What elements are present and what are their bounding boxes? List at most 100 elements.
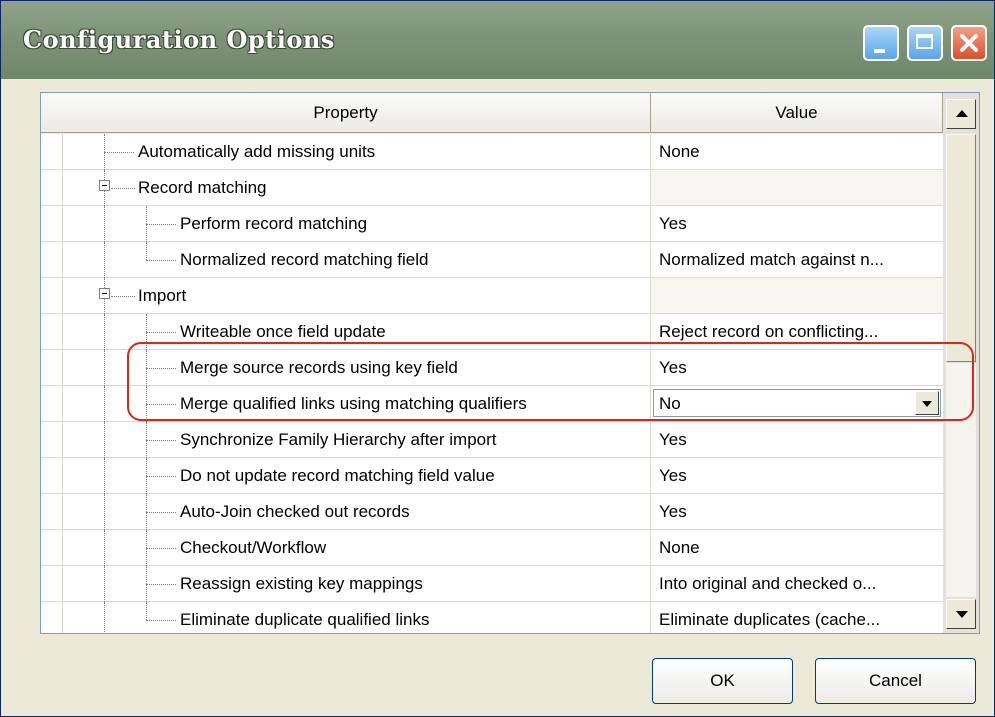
tree-line <box>104 206 105 242</box>
table-row[interactable]: Eliminate duplicate qualified links Elim… <box>41 602 943 633</box>
value-label[interactable]: Yes <box>659 430 687 450</box>
scroll-down-icon[interactable] <box>946 599 976 629</box>
configuration-options-dialog: Configuration Options Property Value Aut… <box>0 0 995 717</box>
row-gutter <box>41 530 63 565</box>
property-label: Checkout/Workflow <box>180 538 327 557</box>
tree-connector <box>146 512 176 513</box>
property-label: Synchronize Family Hierarchy after impor… <box>180 430 497 449</box>
scroll-up-icon[interactable] <box>946 99 976 129</box>
maximize-icon[interactable] <box>907 25 943 61</box>
property-label: Perform record matching <box>180 214 368 233</box>
value-label[interactable]: Into original and checked o... <box>659 574 876 594</box>
row-gutter <box>41 386 63 421</box>
group-value-bg <box>651 170 943 205</box>
collapse-icon[interactable] <box>99 288 110 299</box>
tree-connector <box>104 152 134 153</box>
table-row[interactable]: Perform record matching Yes <box>41 206 943 242</box>
table-row[interactable]: Record matching <box>41 170 943 206</box>
property-cell: Automatically add missing units <box>41 134 651 170</box>
value-label[interactable]: None <box>659 538 700 558</box>
table-row[interactable]: Automatically add missing units None <box>41 134 943 170</box>
table-row[interactable]: Normalized record matching field Normali… <box>41 242 943 278</box>
group-label: Record matching <box>138 178 267 197</box>
column-header-value[interactable]: Value <box>651 93 943 133</box>
tree-line <box>104 350 105 386</box>
property-label: Do not update record matching field valu… <box>180 466 495 485</box>
value-label[interactable]: Yes <box>659 466 687 486</box>
tree-connector <box>146 260 176 261</box>
row-gutter <box>41 314 63 349</box>
property-label: Reassign existing key mappings <box>180 574 423 593</box>
grid-header: Property Value <box>41 93 979 134</box>
group-label: Import <box>138 286 187 305</box>
table-row[interactable]: Import <box>41 278 943 314</box>
title-bar[interactable]: Configuration Options <box>1 1 994 79</box>
property-label: Normalized record matching field <box>180 250 429 269</box>
property-cell: Eliminate duplicate qualified links <box>41 602 651 633</box>
value-label[interactable]: Eliminate duplicates (cache... <box>659 610 880 630</box>
property-label: Auto-Join checked out records <box>180 502 410 521</box>
scrollbar-thumb[interactable] <box>946 134 976 362</box>
tree-connector <box>111 188 135 189</box>
highlight-annotation <box>127 342 974 421</box>
property-cell: Checkout/Workflow <box>41 530 651 566</box>
window-title: Configuration Options <box>23 25 335 54</box>
property-cell: Synchronize Family Hierarchy after impor… <box>41 422 651 458</box>
row-gutter <box>41 206 63 241</box>
row-gutter <box>41 422 63 457</box>
row-gutter <box>41 458 63 493</box>
value-label[interactable]: Yes <box>659 214 687 234</box>
tree-connector <box>146 440 176 441</box>
value-label[interactable]: Normalized match against n... <box>659 250 884 270</box>
close-icon[interactable] <box>951 25 987 61</box>
property-cell: Normalized record matching field <box>41 242 651 278</box>
tree-line <box>104 530 105 566</box>
cancel-button[interactable]: Cancel <box>815 658 976 704</box>
tree-connector <box>146 620 176 621</box>
tree-line <box>104 386 105 422</box>
tree-line <box>104 314 105 350</box>
ok-button[interactable]: OK <box>652 658 793 704</box>
row-gutter <box>41 350 63 385</box>
property-cell: Import <box>41 278 651 314</box>
row-gutter <box>41 170 63 205</box>
tree-connector <box>146 224 176 225</box>
property-cell: Reassign existing key mappings <box>41 566 651 602</box>
property-label: Writeable once field update <box>180 322 386 341</box>
property-cell: Record matching <box>41 170 651 206</box>
value-label[interactable]: Yes <box>659 502 687 522</box>
table-row[interactable]: Reassign existing key mappings Into orig… <box>41 566 943 602</box>
row-gutter <box>41 278 63 313</box>
property-cell: Do not update record matching field valu… <box>41 458 651 494</box>
collapse-icon[interactable] <box>99 180 110 191</box>
value-label[interactable]: Reject record on conflicting... <box>659 322 878 342</box>
row-gutter <box>41 602 63 633</box>
table-row[interactable]: Auto-Join checked out records Yes <box>41 494 943 530</box>
group-value-bg <box>651 278 943 313</box>
tree-line <box>104 566 105 602</box>
tree-line <box>146 602 147 620</box>
column-header-property[interactable]: Property <box>41 93 651 133</box>
tree-connector <box>146 332 176 333</box>
tree-connector <box>146 476 176 477</box>
table-row[interactable]: Checkout/Workflow None <box>41 530 943 566</box>
minimize-icon[interactable] <box>863 25 899 61</box>
tree-connector <box>111 296 135 297</box>
tree-connector <box>146 584 176 585</box>
row-gutter <box>41 566 63 601</box>
value-label[interactable]: None <box>659 142 700 162</box>
row-gutter <box>41 494 63 529</box>
row-gutter <box>41 242 63 277</box>
tree-line <box>104 422 105 458</box>
table-row[interactable]: Do not update record matching field valu… <box>41 458 943 494</box>
property-cell: Auto-Join checked out records <box>41 494 651 530</box>
property-label: Eliminate duplicate qualified links <box>180 610 430 629</box>
tree-line <box>146 242 147 260</box>
table-row[interactable]: Synchronize Family Hierarchy after impor… <box>41 422 943 458</box>
property-cell: Perform record matching <box>41 206 651 242</box>
tree-line <box>104 458 105 494</box>
row-gutter <box>41 134 63 169</box>
tree-line <box>104 242 105 278</box>
tree-line <box>104 602 105 633</box>
tree-connector <box>146 548 176 549</box>
